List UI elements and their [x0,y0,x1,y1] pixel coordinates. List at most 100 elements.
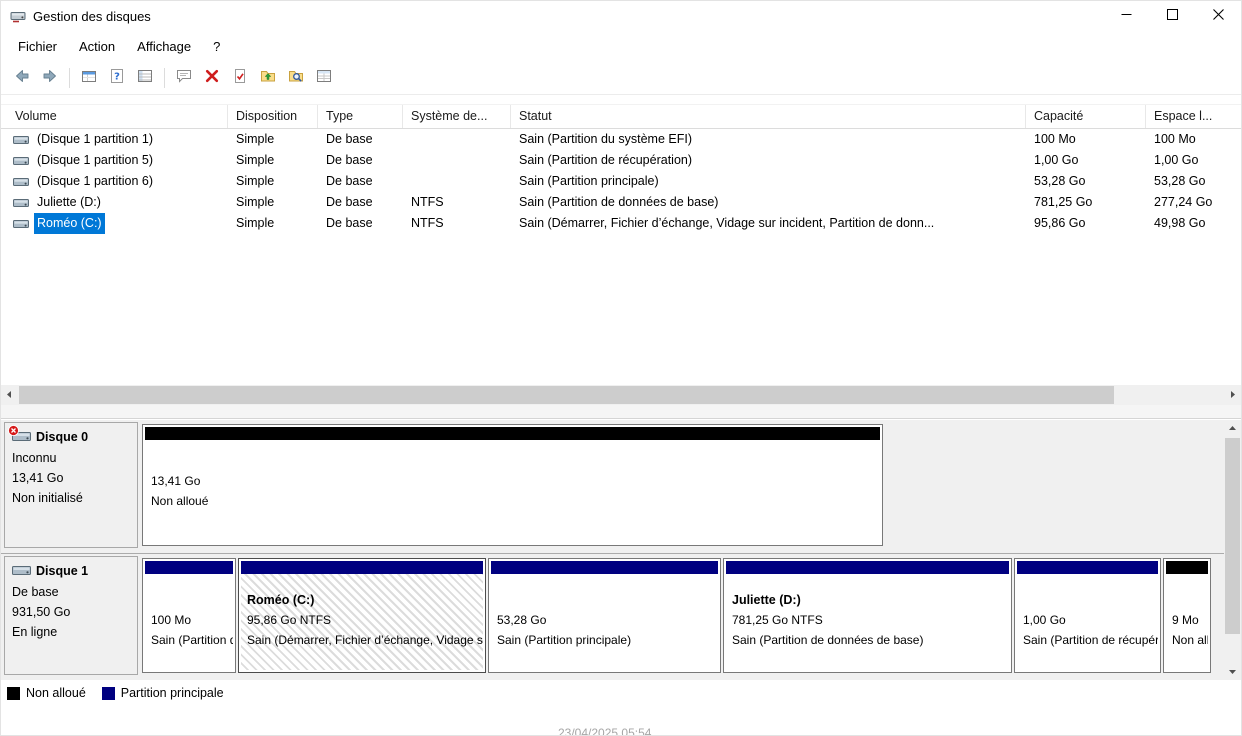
minimize-icon [1121,9,1132,23]
check-document-icon [232,68,248,87]
back-button[interactable] [8,65,36,91]
console-tree-button[interactable] [75,65,103,91]
disk-0-header-panel[interactable]: Disque 0Inconnu13,41 GoNon initialisé [4,422,138,548]
partition-info: Roméo (C:) 95,86 Go NTFSSain (Démarrer, F… [241,574,483,670]
cell-systeme-de: NTFS [403,213,511,234]
disk-management-window: Gestion des disques FichierActionAfficha… [0,0,1242,736]
partition-juliette-d[interactable]: Juliette (D:)781,25 Go NTFSSain (Partiti… [723,558,1012,673]
scroll-right-button[interactable] [1224,385,1241,405]
callout-button[interactable] [170,65,198,91]
maximize-button[interactable] [1149,1,1195,31]
scroll-left-button[interactable] [1,385,18,405]
partition-romeo-c[interactable]: Roméo (C:) 95,86 Go NTFSSain (Démarrer, F… [238,558,486,673]
scroll-right-icon [1228,388,1237,402]
partition-info: 13,41 GoNon alloué [145,440,880,543]
volume-name: (Disque 1 partition 5) [34,150,156,171]
cell-type: De base [318,192,403,213]
partition-primary[interactable]: 100 MoSain (Partition du système EFI) [142,558,236,673]
partition-size: 13,41 Go [151,471,880,491]
folder-search-button[interactable] [282,65,310,91]
partition-info: 1,00 GoSain (Partition de récupération) [1017,574,1158,670]
cell-capacite: 781,25 Go [1026,192,1146,213]
scroll-down-button[interactable] [1224,663,1241,680]
forward-button[interactable] [36,65,64,91]
legend-swatch-non-alloue [7,687,20,700]
vertical-scrollbar[interactable] [1224,420,1241,680]
volume-row-0[interactable]: (Disque 1 partition 1)SimpleDe baseSain … [1,129,1241,150]
volume-icon [13,196,29,210]
partition-primary[interactable]: 53,28 GoSain (Partition principale) [488,558,721,673]
horizontal-scrollbar[interactable] [1,385,1241,405]
partition-status: Sain (Démarrer, Fichier d’échange, Vidag… [247,630,483,650]
volume-name: (Disque 1 partition 6) [34,171,156,192]
vertical-scroll-thumb[interactable] [1225,438,1240,634]
folder-search-icon [288,68,304,87]
partition-color-bar [1166,561,1208,574]
cell-systeme-de [403,129,511,150]
column-header-statut[interactable]: Statut [511,105,1026,128]
check-document-button[interactable] [226,65,254,91]
column-header-disposition[interactable]: Disposition [228,105,318,128]
cell-disposition: Simple [228,213,318,234]
volume-cell: (Disque 1 partition 1) [1,129,228,150]
partition-info: Juliette (D:)781,25 Go NTFSSain (Partiti… [726,574,1009,670]
window-controls [1103,1,1241,31]
disk-status-line: Inconnu [12,448,131,468]
cell-type: De base [318,129,403,150]
cell-capacite: 1,00 Go [1026,150,1146,171]
close-icon [1213,9,1224,23]
pane-splitter[interactable] [1,405,1241,418]
volume-row-4[interactable]: Roméo (C:)SimpleDe baseNTFSSain (Démarre… [1,213,1241,234]
cell-systeme-de: NTFS [403,192,511,213]
cell-espace-l: 49,98 Go [1146,213,1242,234]
menubar: FichierActionAffichage? [1,31,1241,61]
partitions-track: 100 MoSain (Partition du système EFI)Rom… [142,558,1220,673]
menu-affichage[interactable]: Affichage [126,35,202,58]
partition-primary[interactable]: 1,00 GoSain (Partition de récupération) [1014,558,1161,673]
bottom-strip: 23/04/2025 05:54 [1,706,1241,735]
column-header-espace-l[interactable]: Espace l... [1146,105,1242,128]
column-header-systeme-de[interactable]: Système de... [403,105,511,128]
forward-icon [42,68,58,87]
folder-up-icon [260,68,276,87]
disk-status-line: 931,50 Go [12,602,131,622]
menu-action[interactable]: Action [68,35,126,58]
cell-systeme-de [403,150,511,171]
toolbar: ? [1,61,1241,95]
cell-espace-l: 1,00 Go [1146,150,1242,171]
cell-statut: Sain (Partition de données de base) [511,192,1026,213]
volume-cell: Roméo (C:) [1,213,228,234]
horizontal-scroll-thumb[interactable] [19,386,1114,404]
menu-aide[interactable]: ? [202,35,231,58]
column-header-type[interactable]: Type [318,105,403,128]
volume-row-3[interactable]: Juliette (D:)SimpleDe baseNTFSSain (Part… [1,192,1241,213]
volume-row-1[interactable]: (Disque 1 partition 5)SimpleDe baseSain … [1,150,1241,171]
delete-volume-button[interactable] [198,65,226,91]
volume-name: (Disque 1 partition 1) [34,129,156,150]
list-view-button[interactable] [310,65,338,91]
volume-row-2[interactable]: (Disque 1 partition 6)SimpleDe baseSain … [1,171,1241,192]
disk-1-header-panel[interactable]: Disque 1De base931,50 GoEn ligne [4,556,138,675]
partition-unallocated[interactable]: 13,41 GoNon alloué [142,424,883,546]
menu-fichier[interactable]: Fichier [7,35,68,58]
minimize-button[interactable] [1103,1,1149,31]
volume-icon [13,217,29,231]
partition-size: 95,86 Go NTFS [247,610,483,630]
detail-view-button[interactable] [131,65,159,91]
partition-title: Roméo (C:) [247,593,483,607]
close-button[interactable] [1195,1,1241,31]
scroll-left-icon [5,388,14,402]
partition-status: Non alloué [151,491,880,511]
partition-color-bar [491,561,718,574]
column-header-volume[interactable]: Volume [1,105,228,128]
partition-size: 9 Mo [1172,610,1208,630]
folder-up-button[interactable] [254,65,282,91]
partition-info: 53,28 GoSain (Partition principale) [491,574,718,670]
help-button[interactable]: ? [103,65,131,91]
partition-unallocated[interactable]: 9 MoNon alloué [1163,558,1211,673]
volume-table-body: (Disque 1 partition 1)SimpleDe baseSain … [1,129,1241,234]
cell-disposition: Simple [228,150,318,171]
scroll-up-button[interactable] [1224,420,1241,437]
column-header-capacite[interactable]: Capacité [1026,105,1146,128]
disk-name: Disque 0 [36,430,88,444]
